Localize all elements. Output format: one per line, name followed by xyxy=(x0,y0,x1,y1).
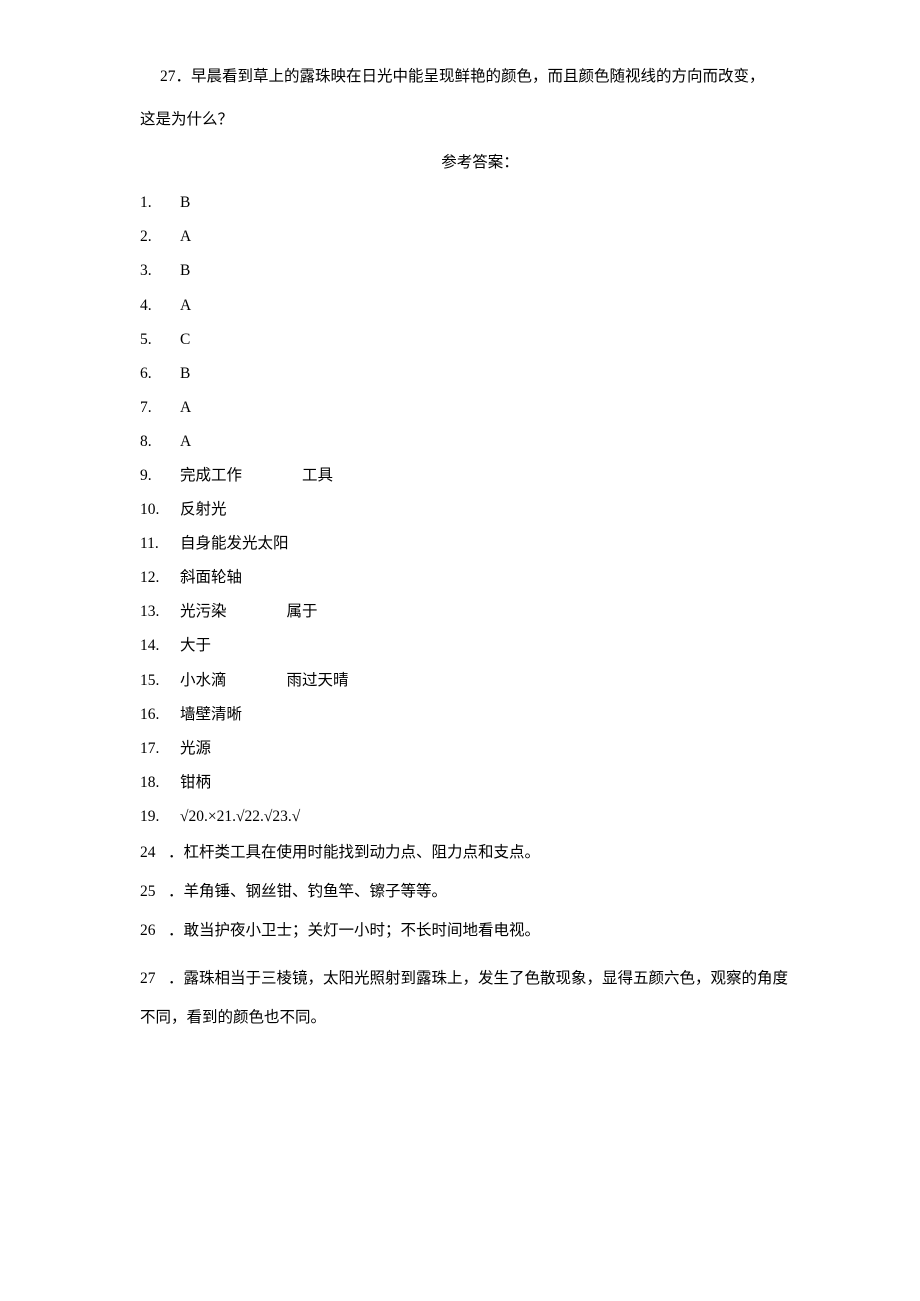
answer-item: 19.√20.×21.√22.√23.√ xyxy=(140,800,820,834)
explanation-number: 26 xyxy=(140,912,168,951)
answer-number: 17. xyxy=(140,732,180,766)
question-27-line2: 这是为什么？ xyxy=(140,101,820,140)
answer-text: A xyxy=(180,220,820,254)
answer-number: 7. xyxy=(140,391,180,425)
answer-number: 10. xyxy=(140,493,180,527)
answer-number: 9. xyxy=(140,459,180,493)
answer-item: 16.墙壁清晰 xyxy=(140,698,820,732)
question-number: 27 xyxy=(160,68,176,85)
answer-text: √20.×21.√22.√23.√ xyxy=(180,800,820,834)
answer-item: 8.A xyxy=(140,425,820,459)
explanation-item: 24．杠杆类工具在使用时能找到动力点、阻力点和支点。 xyxy=(140,834,820,873)
answer-number: 16. xyxy=(140,698,180,732)
answer-text: 斜面轮轴 xyxy=(180,561,820,595)
explanation-text: ．敢当护夜小卫士；关灯一小时；不长时间地看电视。 xyxy=(168,912,820,951)
answer-text: 钳柄 xyxy=(180,766,820,800)
question-text-line1: ．早晨看到草上的露珠映在日光中能呈现鲜艳的颜色，而且颜色随视线的方向而改变， xyxy=(176,68,765,85)
answer-text: 完成工作工具 xyxy=(180,459,820,493)
answer-number: 15. xyxy=(140,664,180,698)
answer-number: 4. xyxy=(140,289,180,323)
answer-text: B xyxy=(180,357,820,391)
answer-number: 19. xyxy=(140,800,180,834)
answer-number: 12. xyxy=(140,561,180,595)
answer-item: 18.钳柄 xyxy=(140,766,820,800)
explanation-text: ．羊角锤、钢丝钳、钓鱼竿、镲子等等。 xyxy=(168,873,820,912)
answers-heading: 参考答案： xyxy=(140,144,820,183)
answer-number: 8. xyxy=(140,425,180,459)
answer-number: 18. xyxy=(140,766,180,800)
answer-text: 自身能发光太阳 xyxy=(180,527,820,561)
answer-item: 14.大于 xyxy=(140,629,820,663)
answer-text: A xyxy=(180,289,820,323)
answer-number: 6. xyxy=(140,357,180,391)
answer-text: 墙壁清晰 xyxy=(180,698,820,732)
answer-item: 10.反射光 xyxy=(140,493,820,527)
answer-item: 15.小水滴雨过天晴 xyxy=(140,664,820,698)
explanation-item: 26．敢当护夜小卫士；关灯一小时；不长时间地看电视。 xyxy=(140,912,820,951)
answer-item: 13.光污染属于 xyxy=(140,595,820,629)
question-27: 27．早晨看到草上的露珠映在日光中能呈现鲜艳的颜色，而且颜色随视线的方向而改变， xyxy=(140,58,820,97)
answer-number: 13. xyxy=(140,595,180,629)
explanations-list: 24．杠杆类工具在使用时能找到动力点、阻力点和支点。25．羊角锤、钢丝钳、钓鱼竿… xyxy=(140,834,820,950)
answer-number: 27 xyxy=(140,960,168,999)
answer-item: 1.B xyxy=(140,186,820,220)
answer-text: B xyxy=(180,186,820,220)
answer-27-line2: 不同，看到的颜色也不同。 xyxy=(140,999,820,1038)
answer-text-line1: ．露珠相当于三棱镜，太阳光照射到露珠上，发生了色散现象，显得五颜六色，观察的角度 xyxy=(168,960,820,999)
answer-27: 27 ．露珠相当于三棱镜，太阳光照射到露珠上，发生了色散现象，显得五颜六色，观察… xyxy=(140,960,820,999)
question-text-line2: 这是为什么？ xyxy=(140,111,233,128)
explanation-number: 24 xyxy=(140,834,168,873)
answer-item: 11.自身能发光太阳 xyxy=(140,527,820,561)
answer-number: 14. xyxy=(140,629,180,663)
answer-text: 光污染属于 xyxy=(180,595,820,629)
answer-item: 4.A xyxy=(140,289,820,323)
answer-number: 5. xyxy=(140,323,180,357)
answer-item: 17.光源 xyxy=(140,732,820,766)
answer-number: 2. xyxy=(140,220,180,254)
answer-text: 反射光 xyxy=(180,493,820,527)
explanation-text: ．杠杆类工具在使用时能找到动力点、阻力点和支点。 xyxy=(168,834,820,873)
answer-number: 1. xyxy=(140,186,180,220)
document-page: 27．早晨看到草上的露珠映在日光中能呈现鲜艳的颜色，而且颜色随视线的方向而改变，… xyxy=(0,0,920,1098)
answer-text: A xyxy=(180,425,820,459)
answer-text: 光源 xyxy=(180,732,820,766)
answer-item: 9.完成工作工具 xyxy=(140,459,820,493)
answer-text: 小水滴雨过天晴 xyxy=(180,664,820,698)
answer-number: 3. xyxy=(140,254,180,288)
answer-text: B xyxy=(180,254,820,288)
answer-item: 6.B xyxy=(140,357,820,391)
answers-list: 1.B2.A3.B4.A5.C6.B7.A8.A9.完成工作工具10.反射光11… xyxy=(140,186,820,834)
answer-item: 2.A xyxy=(140,220,820,254)
answer-item: 3.B xyxy=(140,254,820,288)
answer-item: 12.斜面轮轴 xyxy=(140,561,820,595)
answer-item: 7.A xyxy=(140,391,820,425)
answer-item: 5.C xyxy=(140,323,820,357)
answer-number: 11. xyxy=(140,527,180,561)
answer-text: C xyxy=(180,323,820,357)
explanation-number: 25 xyxy=(140,873,168,912)
explanation-item: 25．羊角锤、钢丝钳、钓鱼竿、镲子等等。 xyxy=(140,873,820,912)
answer-text: A xyxy=(180,391,820,425)
answer-text: 大于 xyxy=(180,629,820,663)
